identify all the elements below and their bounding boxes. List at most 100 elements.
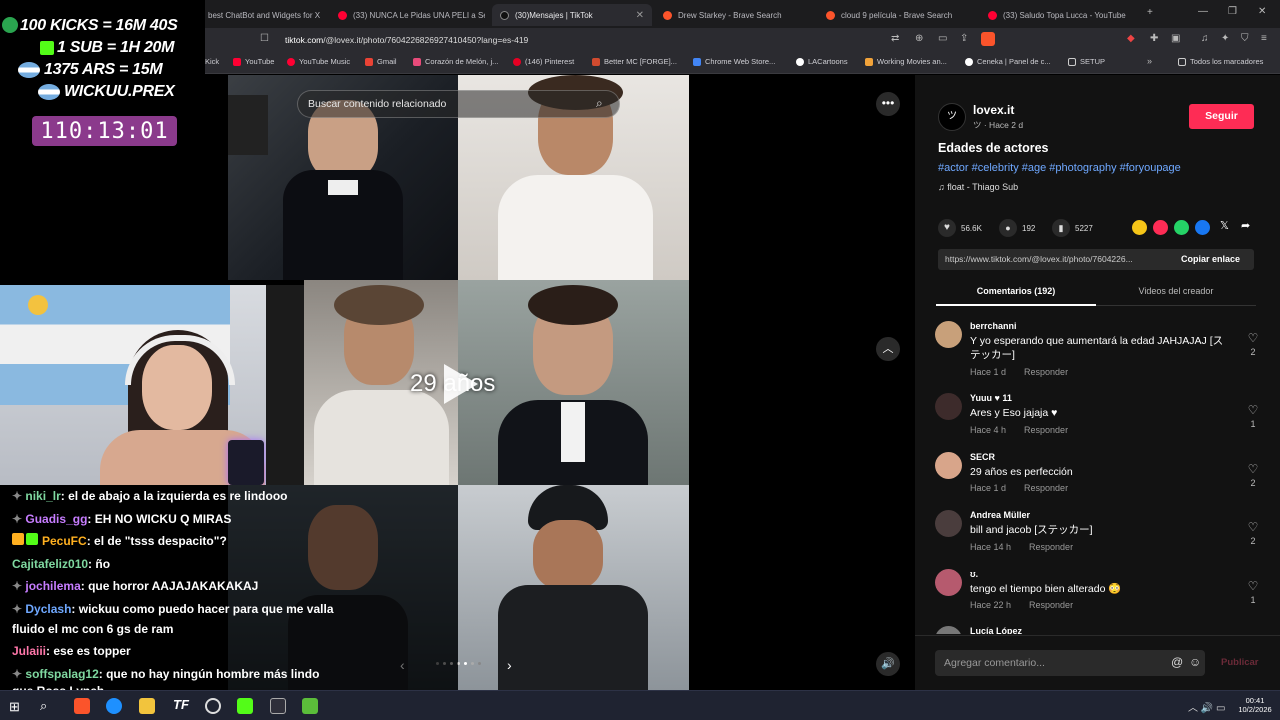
translate-icon[interactable]: ⇄ <box>891 33 899 44</box>
url-field[interactable]: tiktok.com/@lovex.it/photo/7604226826927… <box>285 32 875 48</box>
follow-button[interactable]: Seguir <box>1189 104 1254 129</box>
minecraft-icon[interactable] <box>302 698 318 714</box>
bookmark-item[interactable]: Better MC [FORGE]... <box>592 57 677 66</box>
brave-icon[interactable] <box>74 698 90 714</box>
bookmark-item[interactable]: Ceneka | Panel de c... <box>965 57 1051 66</box>
share-icon[interactable]: ⇪ <box>960 33 968 44</box>
repost-icon[interactable] <box>1153 220 1168 235</box>
commenter-name[interactable]: Lucía López <box>970 626 1022 634</box>
author-name[interactable]: lovex.it <box>973 103 1014 117</box>
commenter-name[interactable]: ʊ. <box>970 569 978 579</box>
copy-link-button[interactable]: Copiar enlace <box>1181 254 1240 264</box>
emoji-icon[interactable]: ☺ <box>1189 655 1201 669</box>
play-icon[interactable] <box>444 364 478 404</box>
cast-icon[interactable]: ▭ <box>938 33 947 44</box>
maximize-icon[interactable]: ❐ <box>1228 6 1237 17</box>
facebook-icon[interactable] <box>1195 220 1210 235</box>
browser-tab[interactable]: cloud 9 película - Brave Search <box>818 4 978 26</box>
volume-icon[interactable]: 🔊 <box>876 652 900 676</box>
reply-link[interactable]: Responder <box>1029 542 1073 552</box>
browser-tab[interactable]: (33) NUNCA Le Pidas UNA PELI a Se <box>330 4 485 26</box>
clock[interactable]: 00:41 10/2/2026 <box>1236 696 1274 714</box>
extensions-icon[interactable]: ✚ <box>1150 33 1158 44</box>
whatsapp-icon[interactable] <box>1174 220 1189 235</box>
mention-icon[interactable]: @ <box>1171 655 1183 669</box>
tab-comments[interactable]: Comentarios (192) <box>936 282 1096 306</box>
commenter-avatar[interactable] <box>935 510 962 537</box>
commenter-avatar[interactable] <box>935 321 962 348</box>
bookmark-item[interactable]: Gmail <box>365 57 397 66</box>
commenter-name[interactable]: Andrea Müller <box>970 510 1030 520</box>
minimize-icon[interactable]: — <box>1198 6 1208 17</box>
bookmark-item[interactable]: Kick <box>205 57 219 66</box>
commenter-avatar[interactable] <box>935 626 962 634</box>
publish-button[interactable]: Publicar <box>1221 657 1259 668</box>
edge-icon[interactable] <box>106 698 122 714</box>
commenter-avatar[interactable] <box>935 393 962 420</box>
bookmark-folder[interactable]: Todos los marcadores <box>1178 57 1263 66</box>
reply-link[interactable]: Responder <box>1029 600 1073 610</box>
reply-link[interactable]: Responder <box>1024 425 1068 435</box>
comment-like[interactable]: ♡ 2 <box>1246 520 1260 546</box>
commenter-name[interactable]: berrchanni <box>970 321 1017 331</box>
like-action[interactable]: ♥ 56.6K <box>938 219 982 237</box>
more-bookmarks-icon[interactable]: » <box>1147 56 1152 66</box>
more-options-icon[interactable]: ••• <box>876 92 900 116</box>
bookmark-item[interactable]: Working Movies an... <box>865 57 947 66</box>
add-comment-input[interactable]: Agregar comentario... @ ☺ <box>935 650 1205 676</box>
author-avatar[interactable]: ツ <box>938 103 966 131</box>
close-window-icon[interactable]: ✕ <box>1258 6 1266 17</box>
app-icon[interactable] <box>270 698 286 714</box>
kick-icon[interactable] <box>237 698 253 714</box>
post-hashtags[interactable]: #actor #celebrity #age #photography #for… <box>938 162 1181 174</box>
brave-shield-icon[interactable] <box>981 32 995 46</box>
chevron-up-icon[interactable]: ︿ <box>876 337 900 361</box>
comment-action[interactable]: ● 192 <box>999 219 1035 237</box>
share-arrow-icon[interactable]: ➦ <box>1241 219 1250 232</box>
commenter-avatar[interactable] <box>935 452 962 479</box>
bookmark-icon[interactable]: ☐ <box>260 33 269 44</box>
commenter-name[interactable]: SECR <box>970 452 995 462</box>
post-music[interactable]: ♫ float - Thiago Sub <box>938 182 1018 192</box>
search-icon[interactable]: ⌕ <box>596 96 603 111</box>
file-explorer-icon[interactable] <box>139 698 155 714</box>
bookmark-item[interactable]: Corazón de Melón, j... <box>413 57 498 66</box>
browser-tab-active[interactable]: (30)Mensajes | TikTok ✕ <box>492 4 652 26</box>
music-icon[interactable]: ♫ <box>1201 33 1209 44</box>
comment-like[interactable]: ♡ 1 <box>1246 579 1260 605</box>
bookmark-item[interactable]: YouTube <box>233 57 274 66</box>
coin-icon[interactable] <box>1132 220 1147 235</box>
next-photo-icon[interactable]: › <box>507 657 512 673</box>
sidebar-icon[interactable]: ▣ <box>1171 33 1180 44</box>
browser-tab[interactable]: (33) Saludo Topa Lucca - YouTube <box>980 4 1140 26</box>
obs-icon[interactable] <box>205 698 221 714</box>
x-icon[interactable]: 𝕏 <box>1220 219 1229 232</box>
extension-icon[interactable]: ◆ <box>1127 33 1135 44</box>
save-action[interactable]: ▮ 5227 <box>1052 219 1093 237</box>
ai-icon[interactable]: ✦ <box>1221 33 1229 44</box>
bookmark-folder[interactable]: SETUP <box>1068 57 1105 66</box>
menu-icon[interactable]: ≡ <box>1261 33 1267 44</box>
comment-like[interactable]: ♡ 1 <box>1246 403 1260 429</box>
app-tf-icon[interactable]: TF <box>173 697 189 712</box>
tab-creator-videos[interactable]: Videos del creador <box>1096 282 1256 306</box>
search-icon[interactable]: ⌕ <box>40 698 47 714</box>
vpn-icon[interactable]: ⛉ <box>1241 33 1249 44</box>
bookmark-item[interactable]: (146) Pinterest <box>513 57 574 66</box>
bookmark-item[interactable]: LACartoons <box>796 57 848 66</box>
commenter-name[interactable]: Yuuu ♥ 11 <box>970 393 1012 403</box>
reply-link[interactable]: Responder <box>1024 483 1068 493</box>
comment-like[interactable]: ♡ 2 <box>1246 331 1260 357</box>
commenter-avatar[interactable] <box>935 569 962 596</box>
system-tray-icons[interactable]: ︿ 🔊 ▭ <box>1188 699 1225 714</box>
new-tab-icon[interactable]: + <box>1147 7 1153 18</box>
related-search-box[interactable]: Buscar contenido relacionado ⌕ <box>297 90 620 118</box>
share-url[interactable]: https://www.tiktok.com/@lovex.it/photo/7… <box>945 254 1173 264</box>
windows-start-icon[interactable]: ⊞ <box>9 699 20 715</box>
reply-link[interactable]: Responder <box>1024 367 1068 377</box>
close-tab-icon[interactable]: ✕ <box>636 10 644 21</box>
bookmark-item[interactable]: YouTube Music <box>287 57 350 66</box>
bookmark-item[interactable]: Chrome Web Store... <box>693 57 775 66</box>
comment-like[interactable]: ♡ 2 <box>1246 462 1260 488</box>
browser-tab[interactable]: best ChatBot and Widgets for X <box>200 4 325 26</box>
